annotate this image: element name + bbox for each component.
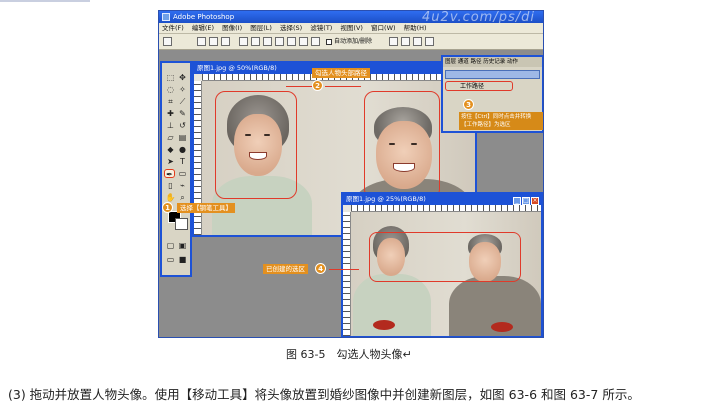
paths-panel: 图层 通道 路径 历史记录 动作 工作路径 3 按住【Ctrl】同时点击并转换【… [441,55,543,133]
doc2-title-bar: 原图1.jpg @ 25%(RGB/8) _ □ × [343,194,541,205]
eraser-tool-icon[interactable]: ▱ [165,133,176,142]
intersect-icon[interactable] [413,37,422,46]
exclude-icon[interactable] [425,37,434,46]
callout-number-4: 4 [315,263,326,274]
type-tool-icon[interactable]: T [177,157,188,166]
menu-view[interactable]: 视图(V) [337,24,366,32]
bowl-left [373,320,395,330]
dodge-tool-icon[interactable]: ● [177,145,188,154]
doc1-title: 原图1.jpg @ 50%(RGB/8) [197,64,277,72]
hand-tool-icon[interactable]: ✋ [165,193,176,202]
work-path-label: 工作路径 [460,83,485,90]
top-divider [0,0,90,2]
paths-mode-icon[interactable] [209,37,218,46]
callout-number-3: 3 [463,99,474,110]
photoshop-window: Adobe Photoshop 4u2v.com/ps/di 文件(F) 编辑(… [158,10,544,338]
arrow-4 [329,269,359,270]
panel-header-row [445,70,540,79]
slice-tool-icon[interactable]: ⟋ [177,97,188,106]
menu-image[interactable]: 图像(I) [219,24,245,32]
screen-mode-icon[interactable]: ▭ [165,255,176,264]
bowl-right [491,322,513,332]
healing-brush-icon[interactable]: ✚ [165,109,176,118]
pen-tool-icon[interactable] [239,37,248,46]
freeform-pen-icon[interactable] [251,37,260,46]
horizontal-ruler [351,205,541,212]
close-icon[interactable]: × [531,197,539,205]
pen-tool-icon[interactable]: ✒ [164,169,175,179]
ellipse-icon[interactable] [287,37,296,46]
vertical-ruler [343,212,351,336]
crop-tool-icon[interactable]: ⌗ [165,97,176,106]
fullscreen-mode-icon[interactable]: ■ [177,255,188,264]
menu-window[interactable]: 窗口(W) [368,24,399,32]
callout-number-1: 1 [162,202,173,213]
marquee-tool-icon[interactable]: ⬚ [165,73,176,82]
work-path-item[interactable]: 工作路径 [445,81,513,91]
photoshop-logo-icon [162,13,170,21]
magic-wand-icon[interactable]: ✧ [177,85,188,94]
menu-filter[interactable]: 滤镜(T) [307,24,335,32]
shape-tool-icon[interactable]: ▭ [177,169,188,178]
menu-select[interactable]: 选择(S) [277,24,305,32]
standard-mode-icon[interactable]: ▣ [177,241,188,250]
notes-tool-icon[interactable]: ▯ [165,181,176,190]
panel-tabs[interactable]: 图层 通道 路径 历史记录 动作 [443,57,542,67]
callout-label-4: 已创建的选区 [263,264,308,274]
figure-caption: 图 63-5 勾选人物头像↵ [286,348,412,361]
shape-layers-icon[interactable] [197,37,206,46]
menu-help[interactable]: 帮助(H) [401,24,430,32]
subtract-icon[interactable] [401,37,410,46]
lasso-tool-icon[interactable]: ◌ [165,85,176,94]
arrow-left-2 [286,86,312,87]
options-bar: 自动添加/删除 [159,34,543,50]
background-color-swatch[interactable] [175,218,188,230]
checkbox-icon[interactable] [326,38,332,45]
polygon-icon[interactable] [299,37,308,46]
blur-tool-icon[interactable]: ◆ [165,145,176,154]
menu-bar: 文件(F) 编辑(E) 图像(I) 图层(L) 选择(S) 滤镜(T) 视图(V… [159,23,543,34]
rectangle-icon[interactable] [263,37,272,46]
quick-mask-icon[interactable]: ▢ [165,241,176,250]
selection-outline [369,232,521,282]
stamp-tool-icon[interactable]: ⊥ [165,121,176,130]
photo-canvas-2[interactable] [351,212,541,336]
menu-layer[interactable]: 图层(L) [247,24,275,32]
menu-file[interactable]: 文件(F) [159,24,187,32]
callout-label-1: 选择【钢笔工具】 [177,203,235,213]
gradient-tool-icon[interactable]: ▤ [177,133,188,142]
callout-number-2: 2 [312,80,323,91]
callout-label-2: 勾选人物头部路径 [312,68,370,78]
minimize-icon[interactable]: _ [513,197,521,205]
document-window-2: 原图1.jpg @ 25%(RGB/8) _ □ × [341,192,543,337]
path-select-icon[interactable]: ➤ [165,157,176,166]
brush-tool-icon[interactable]: ✎ [177,109,188,118]
combine-icon[interactable] [389,37,398,46]
app-title: Adobe Photoshop [173,13,235,21]
history-brush-icon[interactable]: ↺ [177,121,188,130]
eyedropper-icon[interactable]: ⌁ [177,181,188,190]
maximize-icon[interactable]: □ [522,197,530,205]
auto-add-delete-label: 自动添加/删除 [334,38,373,45]
fill-pixels-icon[interactable] [221,37,230,46]
arrow-right-2 [325,86,361,87]
path-outline-left [215,91,297,199]
line-icon[interactable] [311,37,320,46]
toolbox: ⬚ ✥ ◌ ✧ ⌗ ⟋ ✚ ✎ ⊥ ↺ ▱ ▤ ◆ ● ➤ T ✒ ▭ ▯ ⌁ … [160,61,192,277]
zoom-tool-icon[interactable]: ⌕ [177,193,188,202]
rounded-rect-icon[interactable] [275,37,284,46]
pen-preset-icon[interactable] [163,37,172,46]
auto-add-delete-checkbox[interactable]: 自动添加/删除 [326,36,372,47]
body-paragraph: (3) 拖动并放置人物头像。使用【移动工具】将头像放置到婚纱图像中并创建新图层，… [8,387,640,402]
panel-note: 按住【Ctrl】同时点击并转换【工作路径】为选区 [459,112,543,130]
menu-edit[interactable]: 编辑(E) [189,24,217,32]
move-tool-icon[interactable]: ✥ [177,73,188,82]
doc2-title: 原图1.jpg @ 25%(RGB/8) [346,195,426,203]
path-outline-right [364,91,440,199]
